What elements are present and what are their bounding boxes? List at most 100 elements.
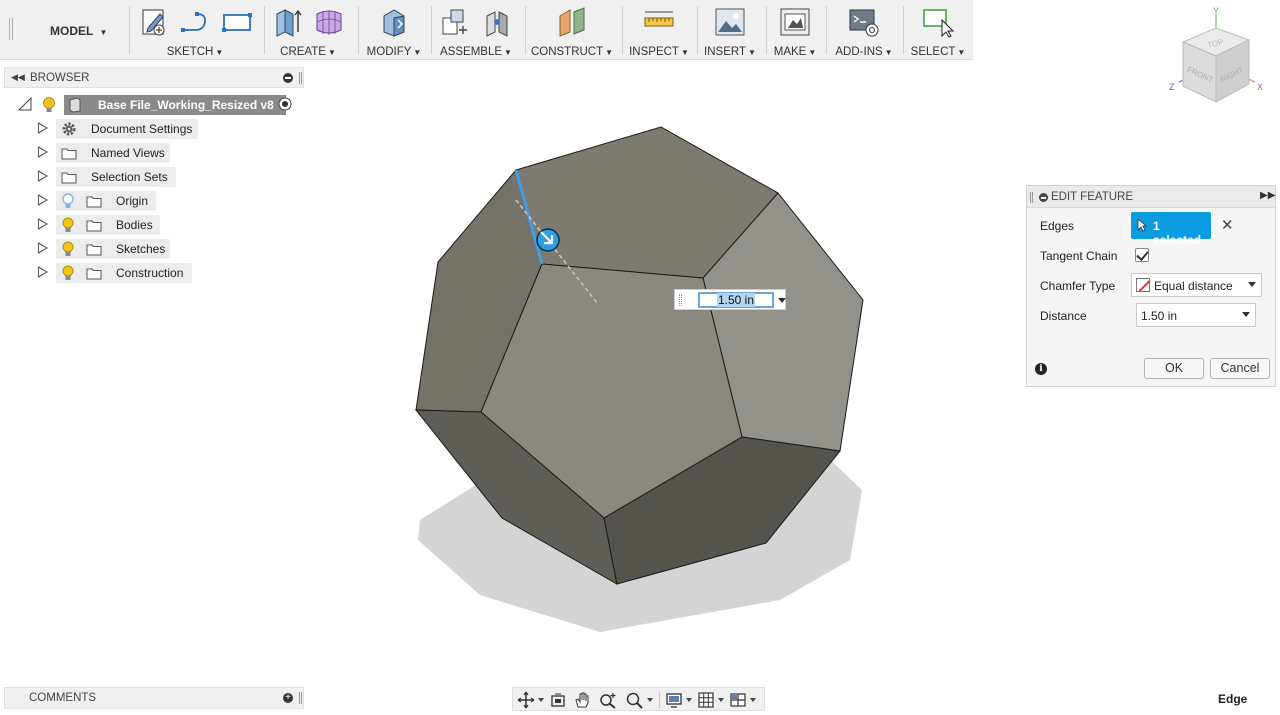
cancel-button[interactable]: Cancel [1210,358,1270,379]
view-cube[interactable]: TOP FRONT RIGHT Y X Z [1165,4,1275,108]
expand-arrow-icon[interactable] [38,266,48,278]
line-icon[interactable] [179,6,211,38]
browser-item-selection-sets[interactable]: Selection Sets [38,166,178,187]
scripts-addins-icon[interactable] [848,6,880,38]
chevron-down-icon[interactable] [750,698,756,702]
joint-icon[interactable] [481,6,513,38]
add-comment-icon[interactable]: + [283,693,293,703]
browser-title: BROWSER [30,72,90,84]
chevron-down-icon[interactable] [538,698,544,702]
browser-item-label: Selection Sets [91,170,168,184]
ok-button[interactable]: OK [1144,358,1204,379]
chevron-down-icon: ▼ [99,28,108,37]
lightbulb-on-icon[interactable] [62,265,74,281]
browser-item-bodies[interactable]: Bodies [38,214,168,235]
inspect-group: INSPECT ▼ [626,0,692,60]
expand-arrow-icon[interactable] [38,242,48,254]
dialog-grip[interactable] [1030,192,1033,203]
toolbar-divider [903,6,904,54]
assemble-group: ASSEMBLE ▼ [436,0,516,60]
toolbar-divider [129,6,130,54]
browser-item-origin[interactable]: Origin [38,190,158,211]
offset-plane-icon[interactable] [556,6,588,38]
new-component-icon[interactable] [439,6,471,38]
display-settings-icon[interactable] [665,691,683,709]
tangent-chain-checkbox[interactable] [1135,248,1149,262]
lightbulb-on-icon[interactable] [62,241,74,257]
form-icon[interactable] [313,6,345,38]
make-menu[interactable]: MAKE ▼ [770,46,820,58]
expand-arrow-icon[interactable] [38,170,48,182]
expand-arrow-icon[interactable] [38,122,48,134]
info-icon[interactable]: i [1035,363,1047,375]
toolbar-divider [431,6,432,54]
assemble-menu[interactable]: ASSEMBLE ▼ [436,46,516,58]
rectangle-icon[interactable] [221,6,253,38]
edges-selection-button[interactable]: 1 selected [1131,212,1211,247]
workspace-switcher[interactable]: MODEL ▼ [50,24,107,38]
expand-arrow-icon[interactable] [38,218,48,230]
browser-item-document-settings[interactable]: Document Settings [38,118,208,139]
distance-manipulator-arrow[interactable] [536,228,560,252]
insert-image-icon[interactable] [714,6,746,38]
construct-menu[interactable]: CONSTRUCT ▼ [530,46,614,58]
browser-root-node[interactable]: Base File_Working_Resized v8 [18,94,302,115]
select-menu[interactable]: SELECT ▼ [906,46,970,58]
create-menu[interactable]: CREATE ▼ [268,46,348,58]
chamfer-type-dropdown[interactable]: Equal distance [1131,273,1262,297]
collapse-tree-icon[interactable] [18,97,32,111]
pan-hand-icon[interactable] [573,691,591,709]
insert-menu[interactable]: INSERT ▼ [700,46,760,58]
toolbar-grip[interactable] [9,18,13,40]
window-select-icon[interactable] [922,6,954,38]
expand-arrow-icon[interactable] [38,146,48,158]
activate-radio-icon[interactable] [278,97,292,111]
lightbulb-off-icon[interactable] [62,193,74,209]
browser-item-sketches[interactable]: Sketches [38,238,178,259]
zoom-window-icon[interactable] [625,691,643,709]
grid-settings-icon[interactable] [697,691,715,709]
clear-selection-icon[interactable]: ✕ [1221,216,1234,234]
dialog-header[interactable]: EDIT FEATURE ▶▶ [1027,186,1275,208]
zoom-icon[interactable] [599,691,617,709]
input-drag-grip[interactable] [679,294,682,306]
measure-icon[interactable] [643,6,675,38]
collapse-dialog-icon[interactable] [1039,193,1048,202]
minimize-panel-icon[interactable] [283,73,293,83]
browser-item-construction[interactable]: Construction [38,262,198,283]
modify-group: MODIFY ▼ [362,0,426,60]
chamfer-type-value: Equal distance [1154,279,1233,293]
browser-item-label: Named Views [91,146,165,160]
workspace-label: MODEL [50,24,94,38]
create-sketch-icon[interactable] [137,6,169,38]
chevron-down-icon[interactable] [778,298,786,303]
collapse-panel-icon[interactable]: ◀◀ [11,72,25,83]
3d-print-icon[interactable] [779,6,811,38]
lightbulb-on-icon[interactable] [62,217,74,233]
panel-resize-grip[interactable] [299,72,302,84]
orbit-icon[interactable] [517,691,535,709]
chevron-down-icon[interactable] [1242,312,1250,317]
3d-viewport[interactable] [380,100,900,660]
look-at-icon[interactable] [549,691,567,709]
chevron-down-icon[interactable] [718,698,724,702]
toolbar-divider [525,6,526,54]
expand-dialog-icon[interactable]: ▶▶ [1260,190,1275,201]
viewports-icon[interactable] [729,691,747,709]
gear-icon [62,122,76,136]
panel-resize-grip[interactable] [299,692,302,704]
chevron-down-icon[interactable] [647,698,653,702]
modify-menu[interactable]: MODIFY ▼ [362,46,426,58]
distance-manipulator-input: 1.50 in [674,289,786,310]
lightbulb-on-icon[interactable] [42,96,56,114]
browser-item-named-views[interactable]: Named Views [38,142,178,163]
chevron-down-icon[interactable] [686,698,692,702]
add-ins-menu[interactable]: ADD-INS ▼ [830,46,898,58]
press-pull-icon[interactable] [378,6,410,38]
inspect-menu[interactable]: INSPECT ▼ [626,46,692,58]
distance-input[interactable]: 1.50 in [1136,303,1256,327]
extrude-icon[interactable] [271,6,303,38]
distance-value-input[interactable]: 1.50 in [698,292,774,308]
expand-arrow-icon[interactable] [38,194,48,206]
sketch-menu[interactable]: SKETCH ▼ [134,46,256,58]
